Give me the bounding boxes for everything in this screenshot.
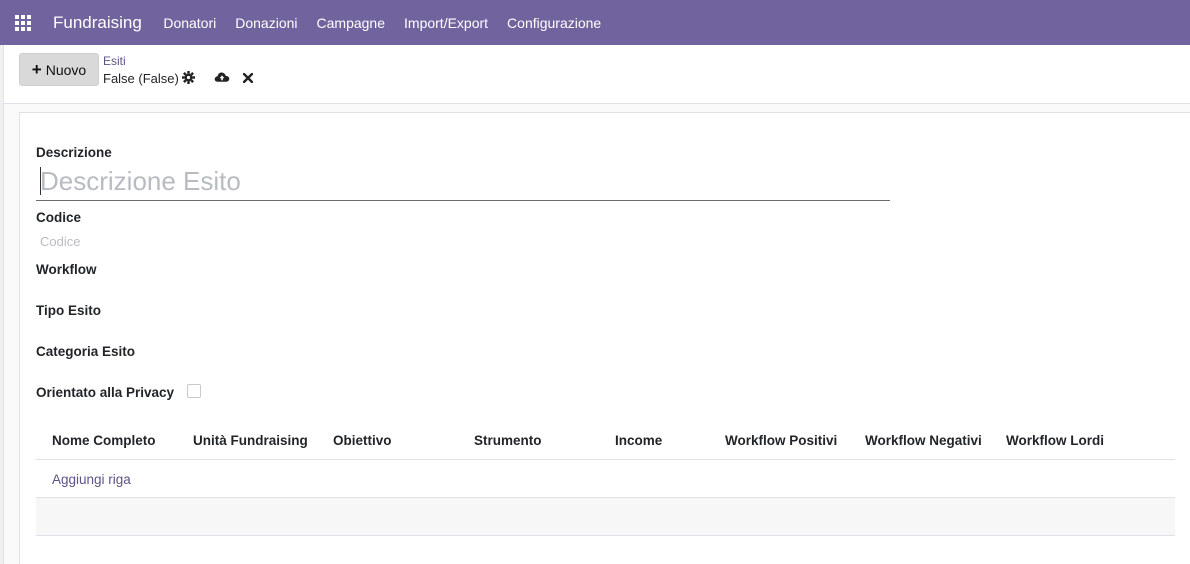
table-row — [36, 498, 1175, 536]
workflow-label: Workflow — [36, 262, 97, 277]
close-icon[interactable] — [243, 73, 253, 83]
table-header: Nome Completo Unità Fundraising Obiettiv… — [36, 422, 1175, 460]
gear-icon[interactable] — [182, 71, 195, 84]
breadcrumb-parent[interactable]: Esiti — [103, 54, 126, 68]
column-header[interactable]: Obiettivo — [333, 433, 392, 448]
text-caret — [40, 167, 41, 195]
code-input[interactable] — [36, 231, 336, 251]
column-header[interactable]: Workflow Negativi — [865, 433, 982, 448]
column-header[interactable]: Unità Fundraising — [193, 433, 308, 448]
menu-donatori[interactable]: Donatori — [154, 15, 226, 31]
record-name: False (False) — [103, 71, 179, 86]
control-panel: + Nuovo Esiti False (False) — [0, 45, 1190, 104]
new-button[interactable]: + Nuovo — [19, 53, 99, 86]
privacy-checkbox[interactable] — [187, 384, 201, 398]
column-header[interactable]: Strumento — [474, 433, 542, 448]
category-label: Categoria Esito — [36, 344, 136, 359]
column-header[interactable]: Workflow Lordi — [1006, 433, 1104, 448]
column-header[interactable]: Nome Completo — [52, 433, 156, 448]
code-label: Codice — [36, 210, 82, 225]
menu-configurazione[interactable]: Configurazione — [498, 15, 611, 31]
outcomes-table: Nome Completo Unità Fundraising Obiettiv… — [36, 422, 1175, 536]
top-navbar: Fundraising Donatori Donazioni Campagne … — [0, 0, 1190, 45]
column-header[interactable]: Income — [615, 433, 662, 448]
column-header[interactable]: Workflow Positivi — [725, 433, 837, 448]
privacy-label: Orientato alla Privacy — [36, 385, 175, 400]
new-button-label: Nuovo — [45, 61, 87, 78]
app-brand[interactable]: Fundraising — [53, 13, 142, 33]
menu-campagne[interactable]: Campagne — [307, 15, 395, 31]
menu-import-export[interactable]: Import/Export — [395, 15, 498, 31]
description-label: Descrizione — [36, 145, 112, 160]
type-label: Tipo Esito — [36, 303, 102, 318]
plus-icon: + — [31, 60, 42, 79]
table-row: Aggiungi riga — [36, 460, 1175, 498]
cloud-upload-icon[interactable] — [214, 71, 230, 83]
apps-menu-icon[interactable] — [0, 0, 46, 45]
description-input[interactable] — [36, 162, 890, 201]
add-line-link[interactable]: Aggiungi riga — [52, 472, 131, 487]
menu-donazioni[interactable]: Donazioni — [226, 15, 307, 31]
